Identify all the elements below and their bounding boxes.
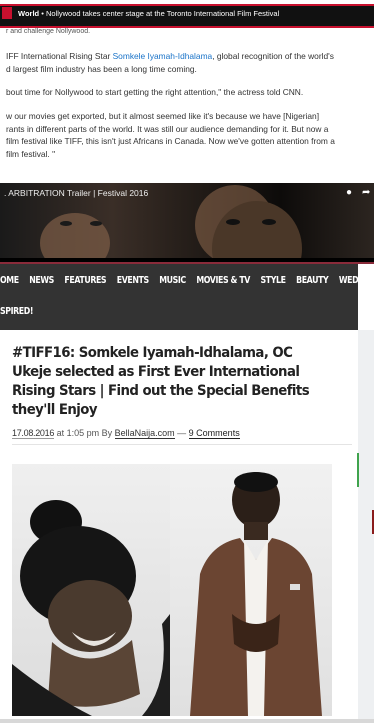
breadcrumb-title: Nollywood takes center stage at the Toro… xyxy=(45,9,280,18)
cnn-article-screenshot: World • Nollywood takes center stage at … xyxy=(0,0,374,258)
article-meta: 17.08.2016 at 1:05 pm By BellaNaija.com … xyxy=(12,428,240,439)
page-bottom-rule xyxy=(0,719,374,723)
para3-line4: film festival. " xyxy=(6,148,56,159)
para1-text: IFF International Rising Star xyxy=(6,51,113,61)
para3-line3: film festival like TIFF, this isn't just… xyxy=(6,136,335,146)
cnn-logo-icon xyxy=(2,7,12,19)
para1-text-2: , global recognition of the world's xyxy=(212,51,334,61)
photo-left-panel xyxy=(12,464,170,716)
video-eye xyxy=(226,219,240,225)
video-title[interactable]: . ARBITRATION Trailer | Festival 2016 xyxy=(4,188,148,198)
cnn-header-bar: World • Nollywood takes center stage at … xyxy=(0,0,374,28)
main-nav: OME NEWS FEATURES EVENTS MUSIC MOVIES & … xyxy=(0,264,374,330)
share-icon[interactable]: ➦ xyxy=(362,187,370,198)
bellanaija-page: OME NEWS FEATURES EVENTS MUSIC MOVIES & … xyxy=(0,258,374,723)
para1-line2: d largest film industry has been a long … xyxy=(6,63,197,74)
video-face-left xyxy=(40,213,110,258)
paragraph-2: bout time for Nollywood to start getting… xyxy=(6,87,304,97)
nav-item-movies-tv[interactable]: MOVIES & TV xyxy=(196,275,250,286)
paragraph-1: IFF International Rising Star Somkele Iy… xyxy=(6,50,374,75)
article-photo[interactable] xyxy=(12,464,332,716)
para3-line1: w our movies get exported, but it almost… xyxy=(6,111,320,121)
nav-row-1: OME NEWS FEATURES EVENTS MUSIC MOVIES & … xyxy=(0,275,374,297)
nav-item-style[interactable]: STYLE xyxy=(261,275,286,286)
breadcrumb-section[interactable]: World xyxy=(18,9,39,18)
comments-link[interactable]: 9 Comments xyxy=(188,428,240,439)
nav-item-features[interactable]: FEATURES xyxy=(64,275,106,286)
cut-off-text: r and challenge Nollywood. xyxy=(6,28,91,35)
nav-item-news[interactable]: NEWS xyxy=(29,275,54,286)
author-link[interactable]: BellaNaija.com xyxy=(114,428,175,439)
post-time: at 1:05 pm By xyxy=(56,428,113,438)
man-portrait xyxy=(190,472,322,716)
nav-item-music[interactable]: MUSIC xyxy=(159,275,186,286)
video-player[interactable]: . ARBITRATION Trailer | Festival 2016 ● … xyxy=(0,183,374,258)
video-eye xyxy=(90,221,102,226)
paragraph-3: w our movies get exported, but it almost… xyxy=(6,110,374,160)
article-headline[interactable]: #TIFF16: Somkele Iyamah-Idhalama, OC Uke… xyxy=(12,344,328,420)
nav-item-beauty[interactable]: BEAUTY xyxy=(296,275,329,286)
breadcrumb[interactable]: World • Nollywood takes center stage at … xyxy=(18,9,279,18)
woman-portrait xyxy=(12,500,170,716)
para3-line2: rants in different parts of the world. I… xyxy=(6,123,329,134)
photo-right-panel xyxy=(170,464,332,716)
clock-icon[interactable]: ● xyxy=(346,187,352,198)
video-eye xyxy=(262,219,276,225)
meta-divider xyxy=(12,444,352,445)
meta-dash: — xyxy=(177,428,187,438)
nav-item-home[interactable]: OME xyxy=(0,275,19,286)
actress-link[interactable]: Somkele Iyamah-Idhalama xyxy=(113,51,213,61)
post-date[interactable]: 17.08.2016 xyxy=(12,428,54,439)
nav-item-events[interactable]: EVENTS xyxy=(117,275,149,286)
nav-edge xyxy=(358,264,374,330)
breadcrumb-sep: • xyxy=(41,9,44,18)
nav-item-inspired[interactable]: SPIRED! xyxy=(0,306,33,317)
sidebar-green-mark xyxy=(357,453,359,487)
video-eye xyxy=(60,221,72,226)
